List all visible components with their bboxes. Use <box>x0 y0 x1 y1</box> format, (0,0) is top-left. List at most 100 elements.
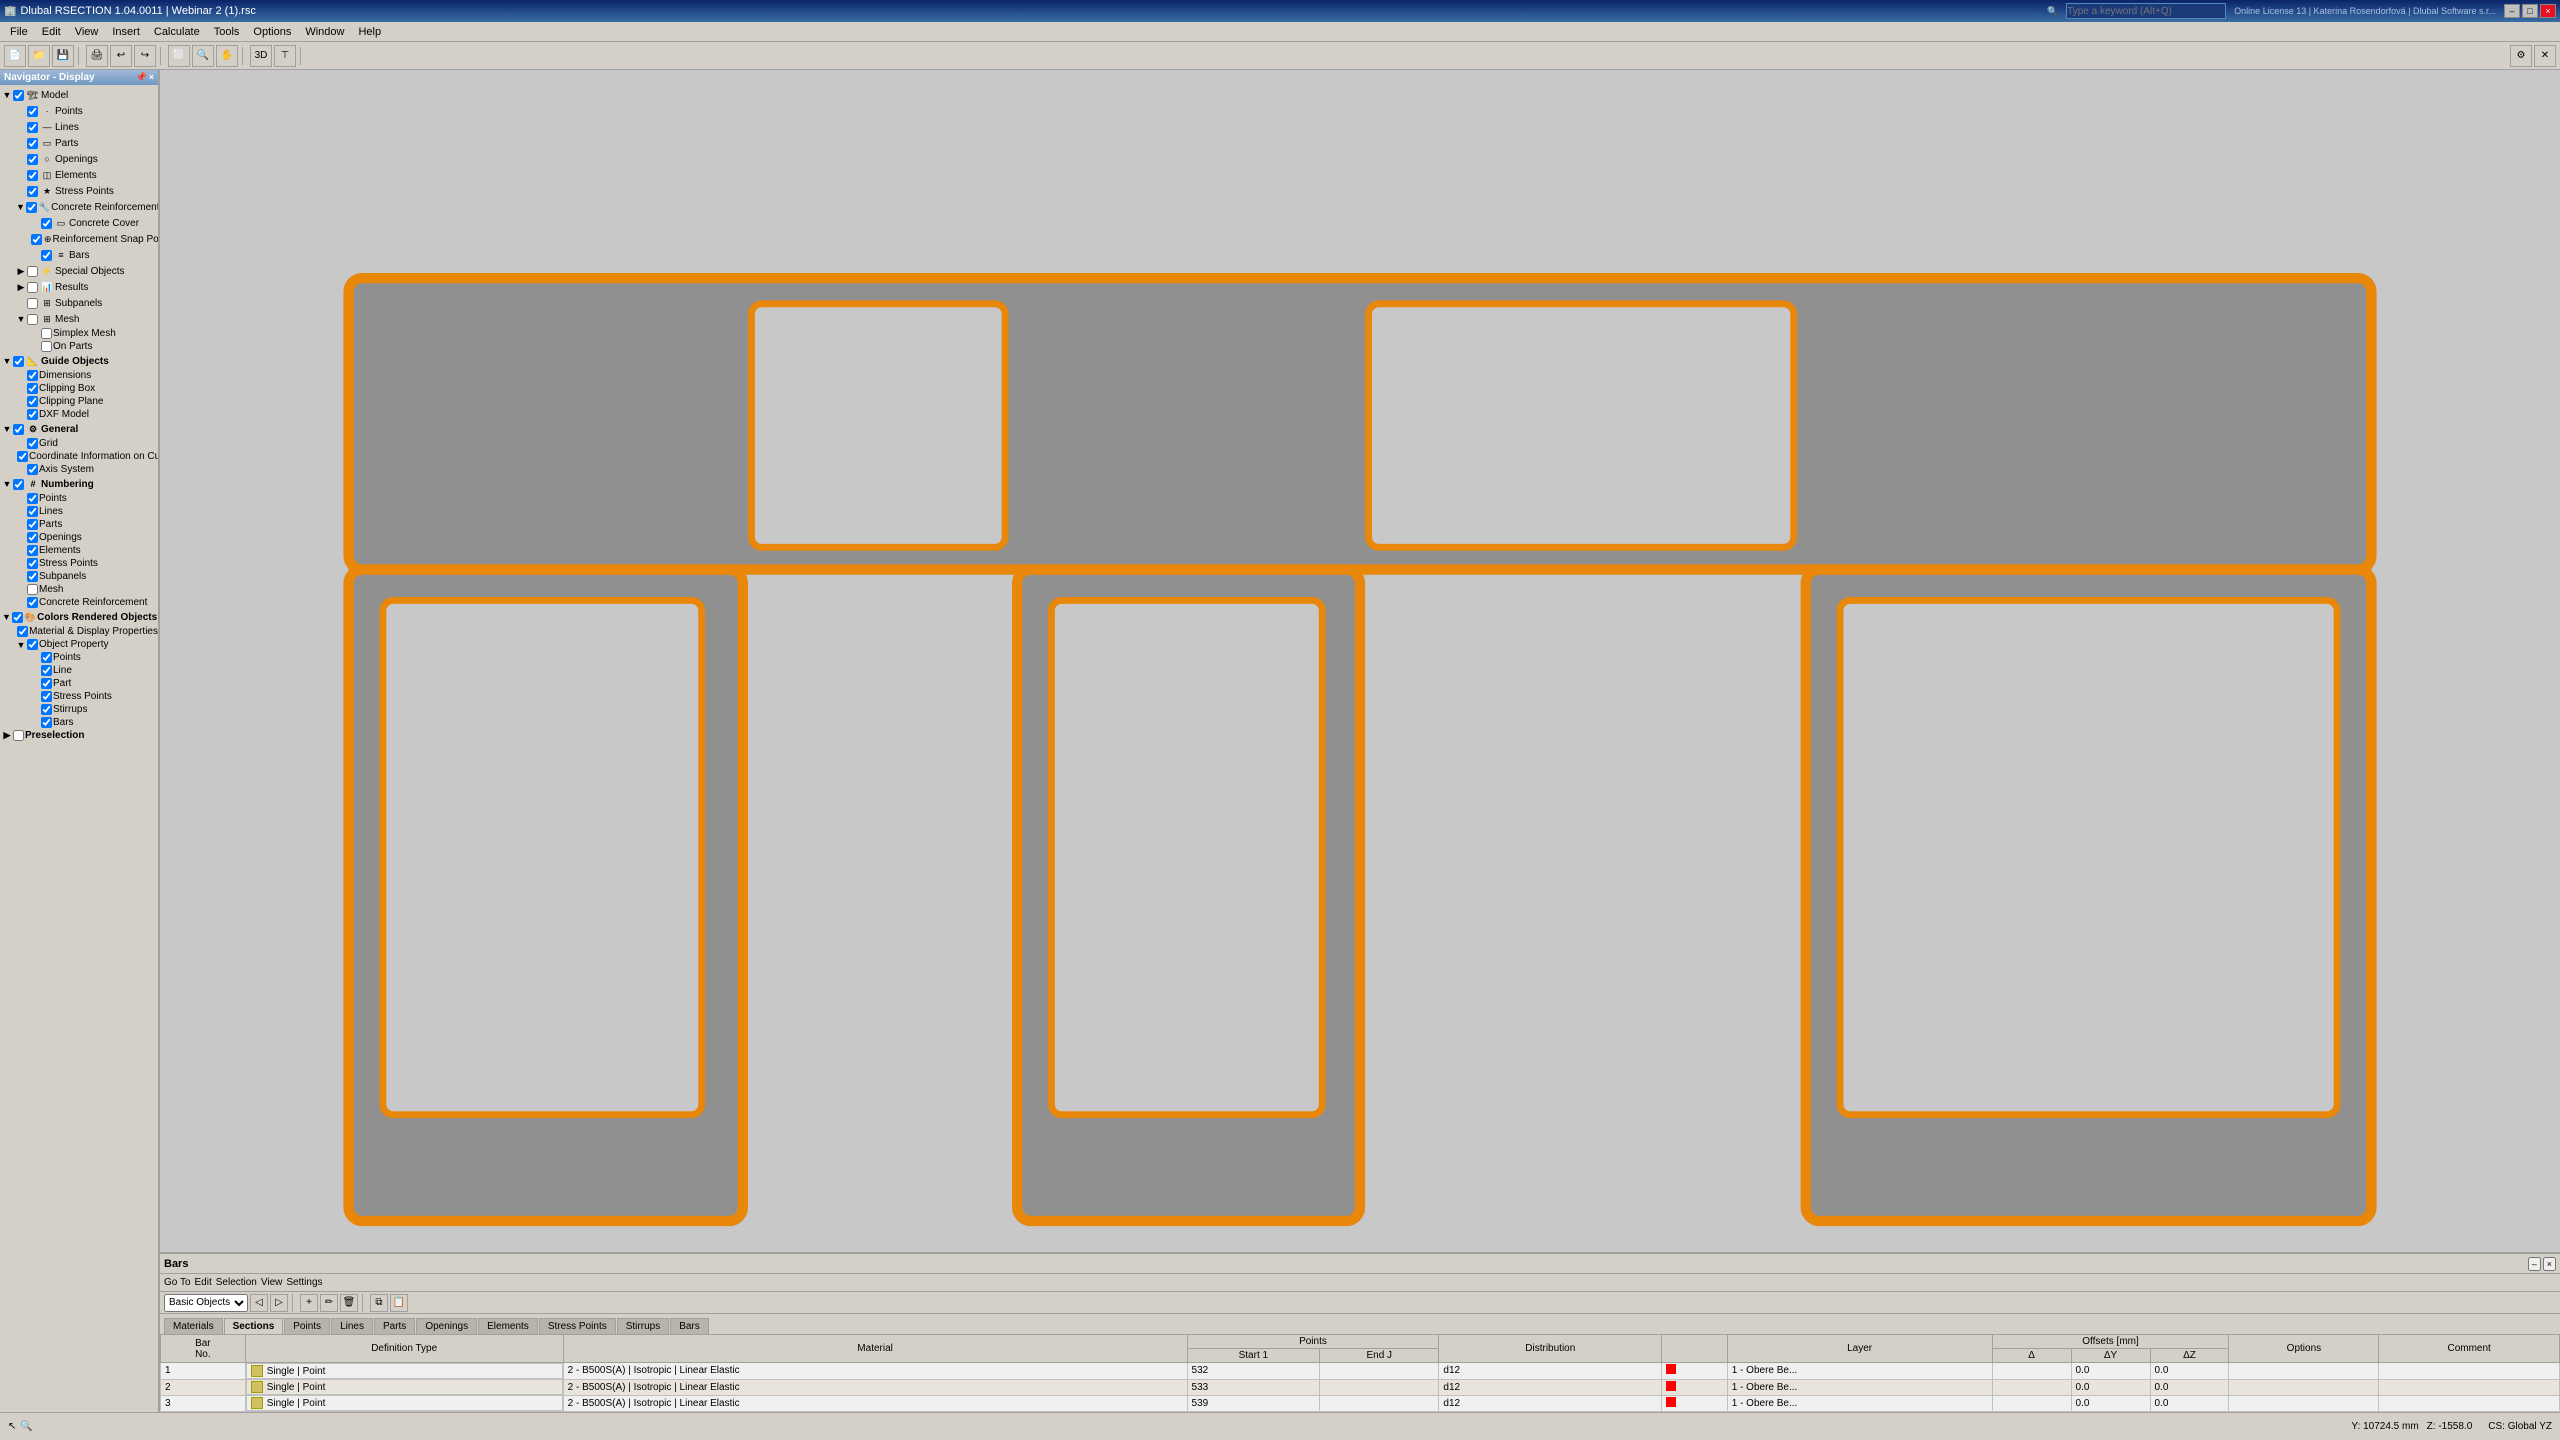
menu-help[interactable]: Help <box>352 25 387 39</box>
tree-item-num-points[interactable]: Points <box>0 492 158 505</box>
expand-colors[interactable]: ▼ <box>2 612 11 622</box>
tree-item-num-parts[interactable]: Parts <box>0 518 158 531</box>
expand-mesh[interactable]: ▼ <box>16 314 26 324</box>
tree-item-col-points[interactable]: Points <box>0 651 158 664</box>
cursor-icon[interactable]: ↖ <box>8 1421 16 1432</box>
tab-stirrups[interactable]: Stirrups <box>617 1318 669 1334</box>
check-preselection[interactable] <box>13 730 24 741</box>
check-num-concreinf[interactable] <box>27 597 38 608</box>
check-col-bars[interactable] <box>41 717 52 728</box>
check-col-line[interactable] <box>41 665 52 676</box>
tree-item-colors[interactable]: ▼ 🎨 Colors Rendered Objects by <box>0 609 158 625</box>
menu-file[interactable]: File <box>4 25 34 39</box>
maximize-button[interactable]: □ <box>2522 4 2538 18</box>
tree-item-col-line[interactable]: Line <box>0 664 158 677</box>
check-specialobj[interactable] <box>27 266 38 277</box>
check-num-parts[interactable] <box>27 519 38 530</box>
menu-edit[interactable]: Edit <box>36 25 67 39</box>
tree-item-general[interactable]: ▼ ⚙ General <box>0 421 158 437</box>
check-results[interactable] <box>27 282 38 293</box>
search-input[interactable] <box>2066 3 2226 19</box>
table-row[interactable]: 3 Single | Point 2 - B500S(A) | Isotropi… <box>161 1395 2560 1411</box>
expand-results[interactable]: ▶ <box>16 282 26 293</box>
tree-item-mesh[interactable]: ▼ ⊞ Mesh <box>0 311 158 327</box>
tree-item-onparts[interactable]: On Parts <box>0 340 158 353</box>
tree-item-preselection[interactable]: ▶ Preselection <box>0 729 158 742</box>
nav-close-button[interactable]: × <box>149 72 154 83</box>
check-concreinf[interactable] <box>26 202 37 213</box>
check-parts[interactable] <box>27 138 38 149</box>
tree-item-num-stresspoints[interactable]: Stress Points <box>0 557 158 570</box>
check-axissystem[interactable] <box>27 464 38 475</box>
view3d-button[interactable]: 3D <box>250 45 272 67</box>
tree-item-dimensions[interactable]: Dimensions <box>0 369 158 382</box>
check-matdisplay[interactable] <box>17 626 28 637</box>
tree-item-clippingbox[interactable]: Clipping Box <box>0 382 158 395</box>
check-num-stresspoints[interactable] <box>27 558 38 569</box>
btbar-edit[interactable]: ✏ <box>320 1294 338 1312</box>
check-col-points[interactable] <box>41 652 52 663</box>
tree-item-dxfmodel[interactable]: DXF Model <box>0 408 158 421</box>
menu-view[interactable]: View <box>69 25 105 39</box>
viewtop-button[interactable]: ⊤ <box>274 45 296 67</box>
check-col-stress[interactable] <box>41 691 52 702</box>
tab-stresspoints[interactable]: Stress Points <box>539 1318 616 1334</box>
tree-item-grid[interactable]: Grid <box>0 437 158 450</box>
tree-item-simplemesh[interactable]: Simplex Mesh <box>0 327 158 340</box>
check-dimensions[interactable] <box>27 370 38 381</box>
close-button[interactable]: × <box>2540 4 2556 18</box>
menu-settings[interactable]: Settings <box>286 1277 322 1288</box>
check-simplemesh[interactable] <box>41 328 52 339</box>
check-onparts[interactable] <box>41 341 52 352</box>
check-points[interactable] <box>27 106 38 117</box>
tree-item-col-part[interactable]: Part <box>0 677 158 690</box>
tree-item-num-lines[interactable]: Lines <box>0 505 158 518</box>
check-numbering[interactable] <box>13 479 24 490</box>
check-num-mesh[interactable] <box>27 584 38 595</box>
check-clippingplane[interactable] <box>27 396 38 407</box>
basic-objects-select[interactable]: Basic Objects <box>164 1294 248 1312</box>
expand-general[interactable]: ▼ <box>2 424 12 434</box>
btbar-paste[interactable]: 📋 <box>390 1294 408 1312</box>
check-num-elements[interactable] <box>27 545 38 556</box>
menu-goto[interactable]: Go To <box>164 1277 191 1288</box>
tree-item-reinfsnap[interactable]: ⊕ Reinforcement Snap Points <box>0 231 158 247</box>
tree-item-stresspoints[interactable]: ★ Stress Points <box>0 183 158 199</box>
expand-specialobj[interactable]: ▶ <box>16 266 26 277</box>
expand-model[interactable]: ▼ <box>2 90 12 100</box>
tab-points[interactable]: Points <box>284 1318 330 1334</box>
tree-item-openings[interactable]: ○ Openings <box>0 151 158 167</box>
check-reinfsnap[interactable] <box>31 234 42 245</box>
settings-button[interactable]: ⚙ <box>2510 45 2532 67</box>
zoom-button[interactable]: 🔍 <box>192 45 214 67</box>
tree-item-guideobj[interactable]: ▼ 📐 Guide Objects <box>0 353 158 369</box>
bottom-panel-minimize[interactable]: – <box>2528 1257 2541 1271</box>
tab-lines[interactable]: Lines <box>331 1318 373 1334</box>
check-colors[interactable] <box>12 612 23 623</box>
bottom-panel-close[interactable]: × <box>2543 1257 2556 1271</box>
check-subpanels[interactable] <box>27 298 38 309</box>
check-conccover[interactable] <box>41 218 52 229</box>
tree-item-matdisplay[interactable]: Material & Display Properties <box>0 625 158 638</box>
menu-calculate[interactable]: Calculate <box>148 25 206 39</box>
viewport[interactable] <box>160 70 2560 1412</box>
tree-item-num-subpanels[interactable]: Subpanels <box>0 570 158 583</box>
menu-window[interactable]: Window <box>299 25 350 39</box>
tree-item-objectprop[interactable]: ▼ Object Property <box>0 638 158 651</box>
check-num-openings[interactable] <box>27 532 38 543</box>
new-button[interactable]: 📄 <box>4 45 26 67</box>
tab-elements[interactable]: Elements <box>478 1318 538 1334</box>
tab-sections[interactable]: Sections <box>224 1318 284 1334</box>
close-view-button[interactable]: ✕ <box>2534 45 2556 67</box>
tree-item-elements[interactable]: ◫ Elements <box>0 167 158 183</box>
check-guideobj[interactable] <box>13 356 24 367</box>
tab-parts[interactable]: Parts <box>374 1318 415 1334</box>
check-dxfmodel[interactable] <box>27 409 38 420</box>
tree-item-col-bars[interactable]: Bars <box>0 716 158 729</box>
menu-edit[interactable]: Edit <box>195 1277 212 1288</box>
tree-item-lines[interactable]: — Lines <box>0 119 158 135</box>
tree-item-coordinfo[interactable]: Coordinate Information on Cursor <box>0 450 158 463</box>
check-openings[interactable] <box>27 154 38 165</box>
btbar-new[interactable]: + <box>300 1294 318 1312</box>
menu-tools[interactable]: Tools <box>208 25 246 39</box>
